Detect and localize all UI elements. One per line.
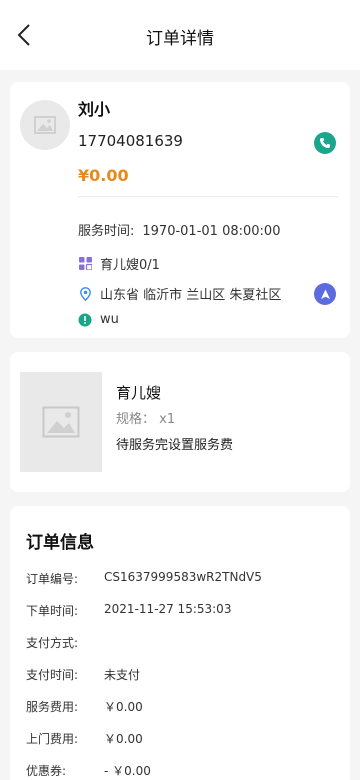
phone-icon: [320, 138, 330, 148]
order-row: 上门费用: ￥0.00: [26, 730, 143, 747]
navigate-icon: [320, 289, 330, 299]
order-row-value: ￥0.00: [104, 732, 143, 746]
product-spec: 规格： x1: [116, 412, 176, 427]
address-row: 山东省 临沂市 兰山区 朱夏社区: [78, 284, 281, 303]
customer-card: 刘小 17704081639 ¥0.00 服务时间: 1970-01-01 08:…: [10, 82, 350, 338]
customer-phone: 17704081639: [78, 132, 183, 150]
location-pin-icon: [78, 286, 92, 301]
order-row-value: 2021-11-27 15:53:03: [104, 602, 232, 616]
service-time: 服务时间: 1970-01-01 08:00:00: [78, 220, 280, 239]
note: wu: [100, 312, 119, 327]
order-row: 支付时间: 未支付: [26, 666, 140, 683]
order-row-value: ￥0.00: [104, 700, 143, 714]
service-type: 育儿嫂0/1: [100, 258, 160, 273]
order-row-label: 支付时间:: [26, 668, 79, 682]
customer-name: 刘小: [78, 100, 111, 119]
section-title: 订单信息: [26, 533, 94, 553]
order-row-label: 服务费用:: [26, 700, 79, 714]
top-bar: 订单详情: [0, 0, 360, 70]
order-row: 订单编号: CS1637999583wR2TNdV5: [26, 570, 262, 587]
order-row-label: 支付方式:: [26, 636, 79, 650]
order-row-value: 未支付: [104, 668, 141, 682]
order-row-label: 上门费用:: [26, 732, 79, 746]
order-price: ¥0.00: [78, 166, 129, 185]
order-row-label: 订单编号:: [26, 572, 79, 586]
order-row: 下单时间: 2021-11-27 15:53:03: [26, 602, 231, 619]
note-row: wu: [78, 312, 119, 327]
avatar: [20, 100, 70, 150]
order-row: 优惠券: - ￥0.00: [26, 762, 151, 779]
order-row-value: - ￥0.00: [104, 764, 151, 778]
product-card: 育儿嫂 规格： x1 待服务完设置服务费: [10, 352, 350, 492]
service-time-value: 1970-01-01 08:00:00: [142, 224, 281, 239]
navigate-button[interactable]: [314, 283, 336, 305]
order-row-label: 下单时间:: [26, 604, 79, 618]
service-type-row: 育儿嫂0/1: [78, 254, 160, 273]
call-button[interactable]: [314, 132, 336, 154]
product-image: [20, 372, 102, 472]
order-row-value: CS1637999583wR2TNdV5: [104, 570, 262, 584]
product-name: 育儿嫂: [116, 384, 162, 402]
page-title: 订单详情: [146, 29, 214, 49]
divider: [78, 196, 338, 197]
product-status: 待服务完设置服务费: [116, 438, 234, 453]
image-placeholder-icon: [42, 406, 80, 438]
alert-icon: [78, 313, 92, 327]
order-row: 支付方式:: [26, 634, 104, 651]
grid-icon: [78, 257, 92, 271]
address: 山东省 临沂市 兰山区 朱夏社区: [100, 288, 282, 303]
service-time-label: 服务时间:: [78, 224, 135, 239]
order-row-label: 优惠券:: [26, 764, 67, 778]
order-info-card: 订单信息 订单编号: CS1637999583wR2TNdV5 下单时间: 20…: [10, 506, 350, 780]
order-row: 服务费用: ￥0.00: [26, 698, 143, 715]
image-placeholder-icon: [34, 116, 56, 134]
